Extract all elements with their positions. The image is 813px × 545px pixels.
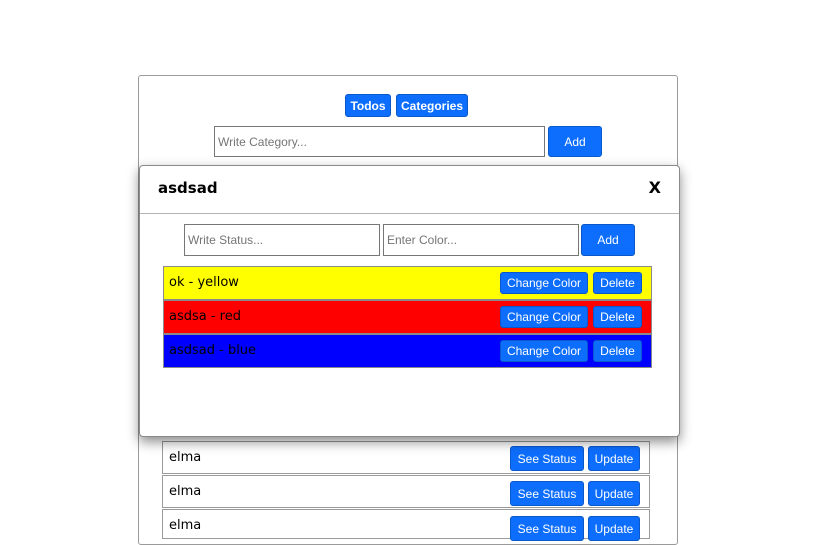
change-color-button[interactable]: Change Color — [500, 272, 588, 294]
categories-button[interactable]: Categories — [396, 94, 468, 117]
update-button[interactable]: Update — [588, 481, 640, 506]
add-status-button[interactable]: Add — [581, 224, 635, 256]
change-color-button[interactable]: Change Color — [500, 306, 588, 328]
see-status-button[interactable]: See Status — [510, 516, 584, 541]
delete-button[interactable]: Delete — [593, 272, 642, 294]
category-name: elma — [169, 484, 202, 499]
status-row: asdsa - red Change Color Delete — [163, 300, 652, 334]
category-name: elma — [169, 518, 202, 533]
category-name: elma — [169, 450, 202, 465]
status-row: asdsad - blue Change Color Delete — [163, 334, 652, 368]
todos-button[interactable]: Todos — [345, 94, 391, 117]
modal-title: asdsad — [158, 179, 218, 197]
modal-divider — [140, 213, 679, 214]
category-row: elma See Status Update — [162, 509, 650, 541]
delete-button[interactable]: Delete — [593, 306, 642, 328]
color-input[interactable] — [383, 224, 579, 256]
change-color-button[interactable]: Change Color — [500, 340, 588, 362]
update-button[interactable]: Update — [588, 446, 640, 471]
close-icon[interactable]: X — [649, 178, 661, 197]
status-row: ok - yellow Change Color Delete — [163, 266, 652, 300]
see-status-button[interactable]: See Status — [510, 481, 584, 506]
add-category-button[interactable]: Add — [548, 126, 602, 157]
status-label: ok - yellow — [169, 275, 239, 290]
status-input[interactable] — [184, 224, 380, 256]
update-button[interactable]: Update — [588, 516, 640, 541]
status-label: asdsa - red — [169, 309, 241, 324]
delete-button[interactable]: Delete — [593, 340, 642, 362]
see-status-button[interactable]: See Status — [510, 446, 584, 471]
status-label: asdsad - blue — [169, 343, 257, 358]
category-row: elma See Status Update — [162, 475, 650, 508]
category-row: elma See Status Update — [162, 441, 650, 474]
category-input[interactable] — [214, 126, 545, 157]
status-modal: asdsad X Add ok - yellow Change Color De… — [139, 165, 680, 437]
